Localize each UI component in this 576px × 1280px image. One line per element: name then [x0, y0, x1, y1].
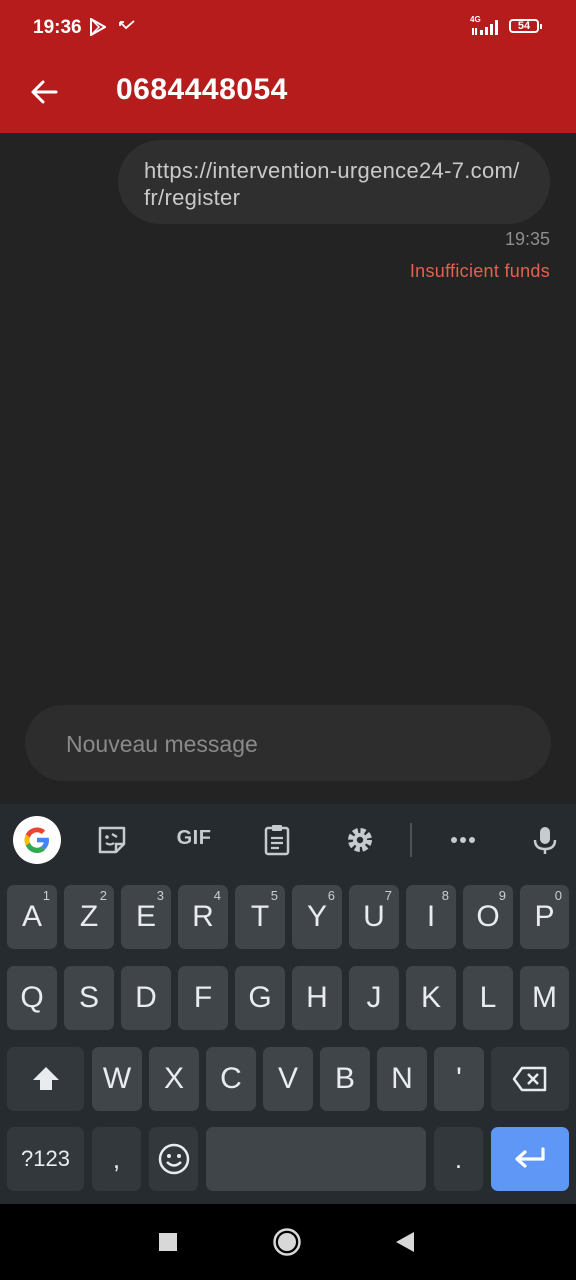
emoji-key[interactable] — [149, 1127, 198, 1191]
mic-icon[interactable] — [521, 816, 569, 864]
back-button[interactable] — [22, 70, 66, 114]
system-nav-bar — [0, 1204, 576, 1280]
key-b[interactable]: B — [320, 1047, 370, 1111]
key-s[interactable]: S — [64, 966, 114, 1030]
contact-title: 0684448054 — [116, 73, 288, 106]
enter-icon — [515, 1147, 545, 1168]
backspace-key[interactable] — [491, 1047, 569, 1111]
key-q[interactable]: Q — [7, 966, 57, 1030]
key-g[interactable]: G — [235, 966, 285, 1030]
arrow-back-icon — [31, 80, 58, 104]
key-d[interactable]: D — [121, 966, 171, 1030]
keyboard: GIF A1 Z2 E3 R4 T5 Y6 U7 I8 O9 P0 Q S D … — [0, 804, 576, 1204]
key-r[interactable]: R4 — [178, 885, 228, 949]
key-p[interactable]: P0 — [520, 885, 569, 949]
key-u[interactable]: U7 — [349, 885, 399, 949]
message-input[interactable] — [64, 705, 528, 783]
clipboard-icon[interactable] — [253, 816, 301, 864]
shift-key[interactable] — [7, 1047, 84, 1111]
back-triangle-icon[interactable] — [385, 1222, 425, 1262]
key-e[interactable]: E3 — [121, 885, 171, 949]
spacebar[interactable] — [206, 1127, 426, 1191]
status-bar: 19:36 4G 54 — [0, 0, 576, 56]
app-bar: 0684448054 — [0, 56, 576, 133]
key-y[interactable]: Y6 — [292, 885, 342, 949]
shift-icon — [33, 1067, 59, 1090]
backspace-icon — [512, 1066, 547, 1092]
battery-level: 54 — [517, 20, 531, 32]
status-time: 19:36 — [33, 17, 82, 38]
symbols-key[interactable]: ?123 — [7, 1127, 84, 1191]
compose-box[interactable] — [25, 705, 551, 783]
key-i[interactable]: I8 — [406, 885, 456, 949]
enter-key[interactable] — [491, 1127, 569, 1191]
gear-icon[interactable] — [336, 816, 384, 864]
keyboard-toolbar: GIF — [0, 804, 576, 876]
message-bubble[interactable]: https://intervention-urgence24-7.com/fr/… — [118, 140, 550, 224]
key-a[interactable]: A1 — [7, 885, 57, 949]
message-error-status[interactable]: Insufficient funds — [410, 261, 550, 282]
key-l[interactable]: L — [463, 966, 513, 1030]
key-v[interactable]: V — [263, 1047, 313, 1111]
message-text[interactable]: https://intervention-urgence24-7.com/fr/… — [144, 158, 520, 210]
sticker-icon[interactable] — [88, 816, 136, 864]
key-m[interactable]: M — [520, 966, 569, 1030]
gif-button[interactable]: GIF — [170, 816, 218, 864]
emoji-icon — [158, 1143, 190, 1175]
google-icon[interactable] — [13, 816, 61, 864]
gif-label: GIF — [176, 827, 212, 849]
comma-key[interactable]: , — [92, 1127, 141, 1191]
period-key[interactable]: . — [434, 1127, 483, 1191]
message-time: 19:35 — [504, 229, 550, 249]
toolbar-divider — [410, 823, 412, 857]
key-n[interactable]: N — [377, 1047, 427, 1111]
home-circle-icon[interactable] — [267, 1222, 307, 1262]
key-apostrophe[interactable]: ' — [434, 1047, 484, 1111]
missed-call-icon — [118, 19, 136, 38]
key-z[interactable]: Z2 — [64, 885, 114, 949]
more-icon[interactable] — [439, 816, 487, 864]
key-w[interactable]: W — [92, 1047, 142, 1111]
key-x[interactable]: X — [149, 1047, 199, 1111]
key-c[interactable]: C — [206, 1047, 256, 1111]
key-j[interactable]: J — [349, 966, 399, 1030]
key-o[interactable]: O9 — [463, 885, 513, 949]
battery-icon: 54 — [509, 19, 542, 33]
play-store-icon — [90, 17, 108, 41]
key-f[interactable]: F — [178, 966, 228, 1030]
key-h[interactable]: H — [292, 966, 342, 1030]
key-k[interactable]: K — [406, 966, 456, 1030]
key-t[interactable]: T5 — [235, 885, 285, 949]
recents-square-icon[interactable] — [148, 1222, 188, 1262]
